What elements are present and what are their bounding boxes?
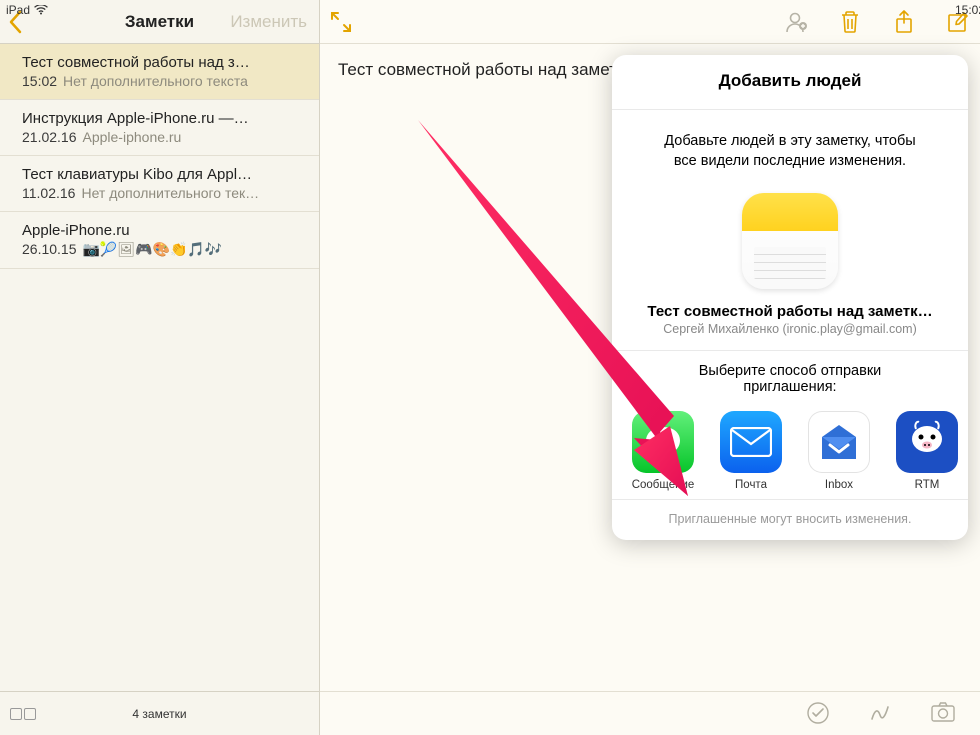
note-subline: 15:02Нет дополнительного текста [22, 73, 297, 89]
popover-desc: Добавьте людей в эту заметку, чтобы все … [638, 132, 942, 171]
notes-app-icon [742, 193, 838, 289]
device-name: iPad [6, 3, 30, 17]
shared-note-owner: Сергей Михайленко (ironic.play@gmail.com… [638, 322, 942, 336]
notes-count: 4 заметки [132, 707, 186, 721]
note-subline: 21.02.16Apple-iphone.ru [22, 129, 297, 145]
note-subline: 11.02.16Нет дополнительного тек… [22, 185, 297, 201]
app-label: Inbox [802, 479, 876, 491]
invite-app-rtm[interactable]: RTM [890, 411, 964, 491]
popover-title: Добавить людей [612, 55, 968, 109]
invite-app-inbox[interactable]: Inbox [802, 411, 876, 491]
note-list-item[interactable]: Тест совместной работы над з… 15:02Нет д… [0, 44, 319, 100]
checklist-button[interactable] [806, 701, 832, 727]
app-label: Почта [714, 479, 788, 491]
note-list-item[interactable]: Тест клавиатуры Kibo для Appl… 11.02.16Н… [0, 156, 319, 212]
note-title: Apple-iPhone.ru [22, 222, 297, 239]
rtm-icon [896, 411, 958, 473]
invite-app-row[interactable]: Сообщение Почта Inbox RTM С [612, 405, 968, 499]
fullscreen-button[interactable] [330, 11, 352, 33]
note-list-item[interactable]: Инструкция Apple-iPhone.ru —… 21.02.16Ap… [0, 100, 319, 156]
note-title: Тест клавиатуры Kibo для Appl… [22, 166, 297, 183]
sidebar-footer: 4 заметки [0, 691, 319, 735]
invite-method-heading: Выберите способ отправки приглашения: [612, 351, 968, 405]
popover-permission-note[interactable]: Приглашенные могут вносить изменения. [612, 500, 968, 540]
camera-button[interactable] [930, 701, 956, 727]
messages-icon [632, 411, 694, 473]
app-label: Сообщение [626, 479, 700, 491]
popover-body: Добавьте людей в эту заметку, чтобы все … [612, 110, 968, 350]
note-list-item[interactable]: Apple-iPhone.ru 26.10.15📷🎾🖼🎮🎨👏🎵🎶 [0, 212, 319, 269]
clock: 15:02 [955, 3, 980, 17]
note-subline: 26.10.15📷🎾🖼🎮🎨👏🎵🎶 [22, 241, 297, 258]
note-title: Тест совместной работы над з… [22, 54, 297, 71]
sketch-button[interactable] [868, 701, 894, 727]
main-footer [320, 691, 980, 735]
app-label: RTM [890, 479, 964, 491]
invite-app-messages[interactable]: Сообщение [626, 411, 700, 491]
status-bar-left: iPad [0, 0, 320, 20]
note-list: Тест совместной работы над з… 15:02Нет д… [0, 44, 319, 269]
shared-note-title: Тест совместной работы над заметк… [638, 303, 942, 320]
sidebar: iPad Заметки Изменить Тест совместной ра… [0, 0, 320, 735]
note-title: Инструкция Apple-iPhone.ru —… [22, 110, 297, 127]
view-toggle-grid-icon[interactable] [10, 708, 36, 720]
status-bar-right: 15:02 14 % [640, 0, 980, 20]
wifi-icon [34, 5, 48, 15]
mail-icon [720, 411, 782, 473]
inbox-icon [808, 411, 870, 473]
add-people-popover: Добавить людей Добавьте людей в эту заме… [612, 55, 968, 540]
invite-app-mail[interactable]: Почта [714, 411, 788, 491]
